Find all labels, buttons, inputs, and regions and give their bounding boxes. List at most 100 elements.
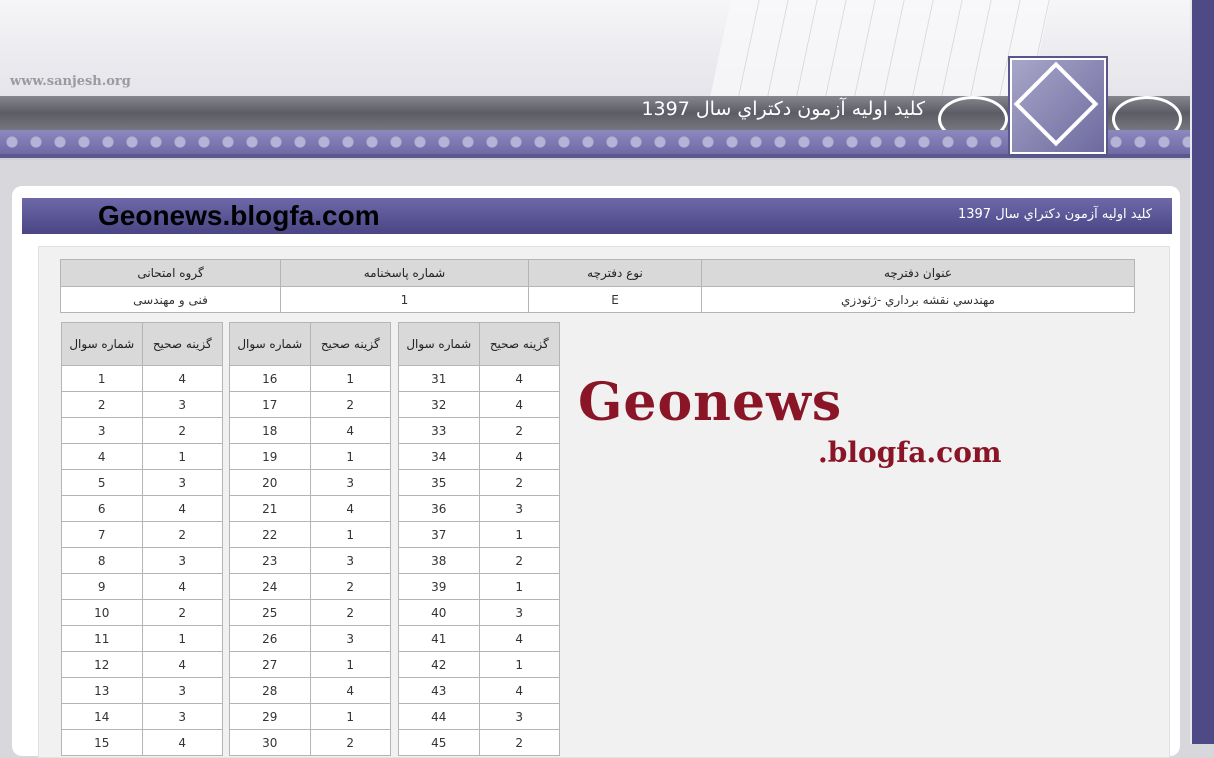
answer-row: 1 29 — [229, 703, 391, 730]
correct-option-cell: 1 — [309, 521, 391, 548]
question-number-cell: 13 — [61, 677, 143, 704]
answer-row: 2 33 — [398, 417, 560, 444]
correct-option-cell: 4 — [141, 651, 223, 678]
header-banner: www.sanjesh.org كليد اوليه آزمون دكتراي … — [0, 0, 1190, 160]
question-number-cell: 4 — [61, 443, 143, 470]
answer-row: 3 20 — [229, 469, 391, 496]
answer-row: 2 24 — [229, 573, 391, 600]
question-number-cell: 40 — [398, 599, 480, 626]
answer-row: 1 37 — [398, 521, 560, 548]
correct-option-cell: 3 — [478, 599, 560, 626]
correct-option-cell: 4 — [478, 443, 560, 470]
question-number-cell: 31 — [398, 365, 480, 392]
correct-option-cell: 2 — [141, 521, 223, 548]
answer-row: 35 — [61, 469, 223, 496]
header-booklet-type: نوع دفترچه — [528, 259, 702, 287]
question-number-cell: 24 — [229, 573, 311, 600]
correct-option-cell: 3 — [141, 469, 223, 496]
question-number-cell: 42 — [398, 651, 480, 678]
answer-row: 4 32 — [398, 391, 560, 418]
answer-row: 3 23 — [229, 547, 391, 574]
answer-header-row: گزینه صحیح شماره سوال — [61, 322, 223, 366]
header-question-number: شماره سوال — [229, 322, 311, 366]
correct-option-cell: 1 — [309, 365, 391, 392]
answer-row: 49 — [61, 573, 223, 600]
answer-row: 4 12 — [61, 651, 223, 678]
correct-option-cell: 2 — [141, 417, 223, 444]
question-number-cell: 5 — [61, 469, 143, 496]
correct-option-cell: 2 — [478, 547, 560, 574]
answer-row: 2 38 — [398, 547, 560, 574]
correct-option-cell: 2 — [478, 469, 560, 496]
correct-option-cell: 3 — [478, 703, 560, 730]
answer-row: 4 15 — [61, 729, 223, 756]
correct-option-cell: 4 — [478, 365, 560, 392]
question-number-cell: 33 — [398, 417, 480, 444]
correct-option-cell: 4 — [141, 729, 223, 756]
question-number-cell: 30 — [229, 729, 311, 756]
question-number-cell: 27 — [229, 651, 311, 678]
question-number-cell: 29 — [229, 703, 311, 730]
answer-header-row: گزینه صحیح شماره سوال — [398, 322, 560, 366]
question-number-cell: 21 — [229, 495, 311, 522]
question-number-cell: 19 — [229, 443, 311, 470]
question-number-cell: 39 — [398, 573, 480, 600]
header-question-number: شماره سوال — [398, 322, 480, 366]
answer-row: 2 30 — [229, 729, 391, 756]
question-number-cell: 11 — [61, 625, 143, 652]
question-number-cell: 18 — [229, 417, 311, 444]
correct-option-cell: 4 — [141, 495, 223, 522]
question-number-cell: 25 — [229, 599, 311, 626]
correct-option-cell: 4 — [309, 677, 391, 704]
question-number-cell: 16 — [229, 365, 311, 392]
question-number-cell: 12 — [61, 651, 143, 678]
correct-option-cell: 2 — [141, 599, 223, 626]
watermark-main: Geonews — [578, 372, 843, 433]
question-number-cell: 41 — [398, 625, 480, 652]
correct-option-cell: 1 — [478, 521, 560, 548]
question-number-cell: 6 — [61, 495, 143, 522]
question-number-cell: 37 — [398, 521, 480, 548]
answer-row: 14 — [61, 443, 223, 470]
correct-option-cell: 1 — [478, 651, 560, 678]
answer-row: 32 — [61, 391, 223, 418]
answer-row: 1 11 — [61, 625, 223, 652]
question-number-cell: 23 — [229, 547, 311, 574]
correct-option-cell: 4 — [478, 677, 560, 704]
question-number-cell: 43 — [398, 677, 480, 704]
panel-title-right: كليد اوليه آزمون دكتراي سال 1397 — [957, 207, 1152, 222]
question-number-cell: 1 — [61, 365, 143, 392]
answer-table-1: گزینه صحیح شماره سوال 4 1 3 2 2 3 1 4 3 5 4 6 2 7 3 8 4 9 2 1… — [61, 322, 223, 756]
answer-row: 1 27 — [229, 651, 391, 678]
question-number-cell: 36 — [398, 495, 480, 522]
question-number-cell: 14 — [61, 703, 143, 730]
answer-sheet-number-value: 1 — [280, 286, 529, 313]
answer-row: 2 25 — [229, 599, 391, 626]
question-number-cell: 45 — [398, 729, 480, 756]
panel-title-left: Geonews.blogfa.com — [98, 200, 380, 231]
info-value-row: مهندسي نقشه برداري -ژئودزي E 1 فنی و مهن… — [60, 286, 1135, 313]
correct-option-cell: 2 — [309, 599, 391, 626]
answer-row: 1 16 — [229, 365, 391, 392]
answer-row: 4 41 — [398, 625, 560, 652]
correct-option-cell: 3 — [478, 495, 560, 522]
sanjesh-logo-icon — [1010, 58, 1106, 154]
correct-option-cell: 2 — [478, 417, 560, 444]
answer-row: 23 — [61, 417, 223, 444]
correct-option-cell: 1 — [141, 443, 223, 470]
correct-option-cell: 1 — [141, 625, 223, 652]
logo-inner-shape — [1013, 61, 1099, 147]
answer-row: 4 43 — [398, 677, 560, 704]
correct-option-cell: 1 — [309, 443, 391, 470]
answer-row: 3 13 — [61, 677, 223, 704]
question-number-cell: 34 — [398, 443, 480, 470]
banner-paper-image — [707, 0, 1053, 110]
question-number-cell: 9 — [61, 573, 143, 600]
question-number-cell: 20 — [229, 469, 311, 496]
correct-option-cell: 4 — [478, 625, 560, 652]
correct-option-cell: 4 — [141, 365, 223, 392]
header-answer-sheet-number: شماره پاسخنامه — [280, 259, 529, 287]
answer-row: 2 35 — [398, 469, 560, 496]
question-number-cell: 7 — [61, 521, 143, 548]
question-number-cell: 26 — [229, 625, 311, 652]
